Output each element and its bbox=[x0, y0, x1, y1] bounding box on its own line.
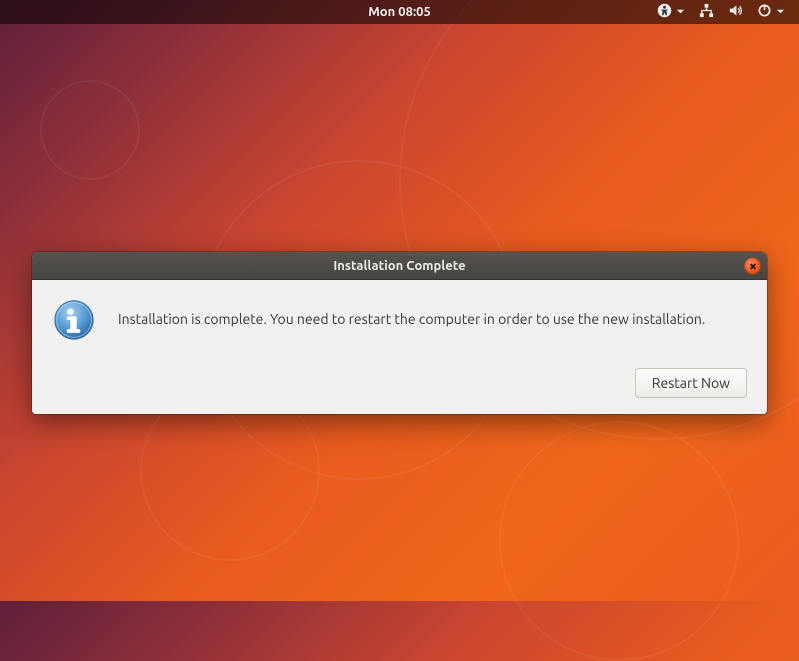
network-indicator[interactable] bbox=[699, 3, 714, 21]
volume-indicator[interactable] bbox=[728, 3, 743, 21]
info-icon bbox=[52, 298, 96, 342]
top-menubar: Mon 08:05 bbox=[0, 0, 799, 24]
dialog-titlebar[interactable]: Installation Complete bbox=[32, 252, 767, 280]
power-indicator[interactable] bbox=[757, 3, 785, 21]
dialog-message: Installation is complete. You need to re… bbox=[118, 310, 705, 330]
chevron-down-icon bbox=[776, 5, 785, 19]
network-icon bbox=[699, 3, 714, 21]
accessibility-icon bbox=[657, 3, 672, 21]
clock-text: Mon 08:05 bbox=[368, 5, 431, 19]
close-button[interactable] bbox=[744, 257, 761, 274]
accessibility-indicator[interactable] bbox=[657, 3, 685, 21]
power-icon bbox=[757, 3, 772, 21]
background-decoration bbox=[40, 80, 140, 180]
installation-complete-dialog: Installation Complete bbox=[32, 252, 767, 414]
dialog-title: Installation Complete bbox=[333, 259, 465, 273]
dialog-body: Installation is complete. You need to re… bbox=[32, 280, 767, 414]
restart-now-button[interactable]: Restart Now bbox=[635, 368, 747, 398]
volume-icon bbox=[728, 3, 743, 21]
background-decoration bbox=[499, 421, 739, 661]
chevron-down-icon bbox=[676, 5, 685, 19]
clock[interactable]: Mon 08:05 bbox=[368, 5, 431, 19]
close-icon bbox=[749, 257, 757, 275]
